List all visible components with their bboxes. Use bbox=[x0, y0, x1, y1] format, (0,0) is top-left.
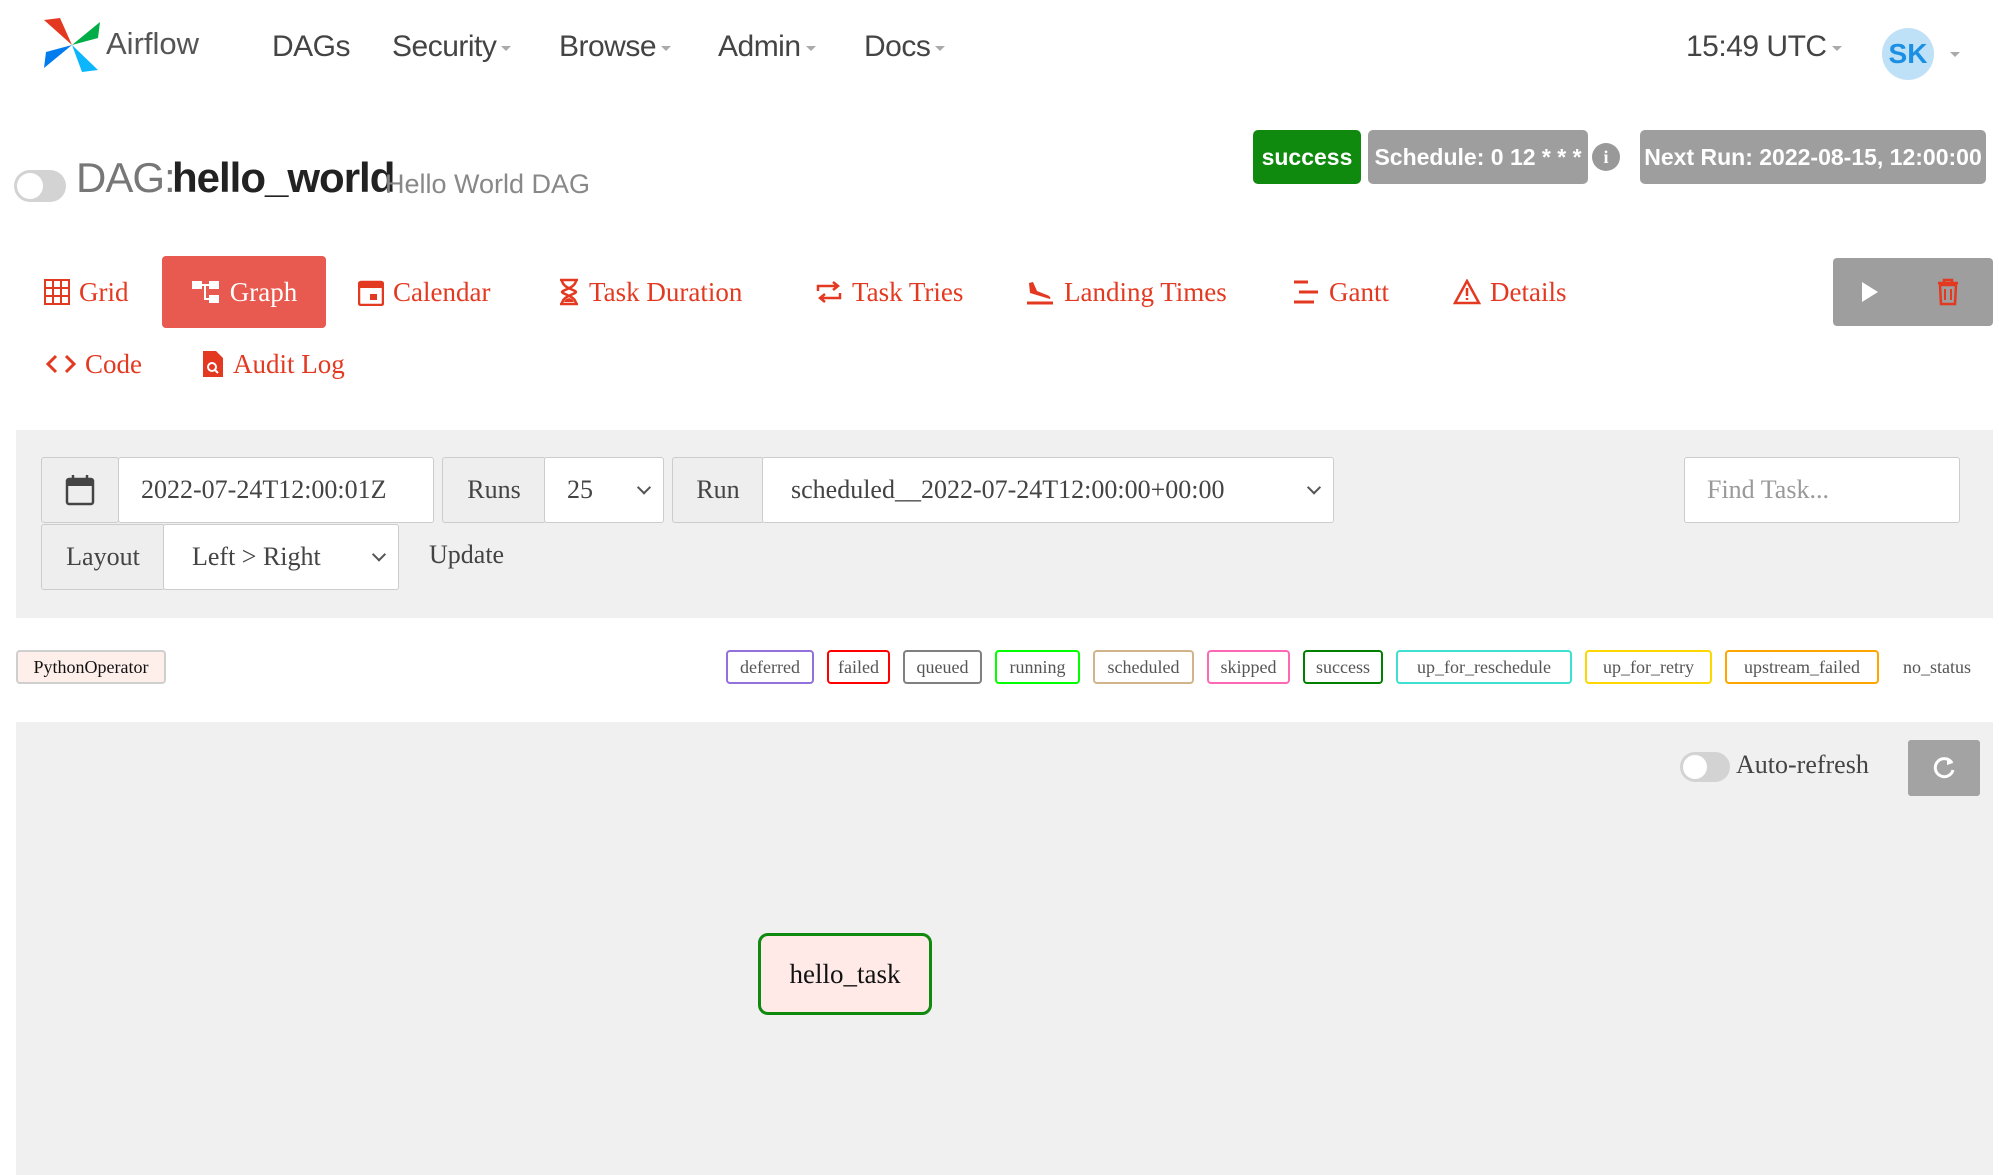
legend-up-for-reschedule[interactable]: up_for_reschedule bbox=[1396, 650, 1572, 684]
dag-pause-toggle[interactable] bbox=[14, 170, 66, 202]
auto-refresh-label: Auto-refresh bbox=[1736, 750, 1869, 779]
legend-queued[interactable]: queued bbox=[903, 650, 982, 684]
dag-id: hello_world bbox=[172, 154, 395, 201]
chevron-down-icon bbox=[1831, 45, 1842, 51]
base-date-value: 2022-07-24T12:00:01Z bbox=[141, 475, 387, 504]
run-value: scheduled__2022-07-24T12:00:00+00:00 bbox=[791, 475, 1225, 504]
dag-actions-group bbox=[1833, 258, 1993, 326]
schedule-badge: Schedule: 0 12 * * * bbox=[1368, 130, 1588, 184]
legend-upstream-failed[interactable]: upstream_failed bbox=[1725, 650, 1879, 684]
tab-label: Code bbox=[85, 348, 142, 379]
legend-running[interactable]: running bbox=[995, 650, 1080, 684]
dag-description: Hello World DAG bbox=[385, 169, 591, 199]
tab-label: Grid bbox=[79, 276, 129, 307]
calendar-button[interactable] bbox=[41, 457, 119, 523]
graph-icon bbox=[191, 281, 219, 303]
tab-grid[interactable]: Grid bbox=[44, 256, 129, 328]
layout-label: Layout bbox=[41, 524, 165, 590]
runs-value: 25 bbox=[567, 475, 593, 504]
operator-legend-python[interactable]: PythonOperator bbox=[16, 650, 166, 684]
tab-code[interactable]: Code bbox=[46, 328, 142, 400]
avatar[interactable]: SK bbox=[1882, 28, 1934, 80]
legend-deferred[interactable]: deferred bbox=[726, 650, 814, 684]
tab-calendar[interactable]: Calendar bbox=[358, 256, 490, 328]
warning-icon bbox=[1453, 279, 1481, 305]
update-button[interactable]: Update bbox=[429, 540, 504, 570]
navbar: Airflow DAGs Security Browse Admin Docs … bbox=[0, 0, 1999, 100]
run-label: Run bbox=[672, 457, 764, 523]
chevron-down-icon bbox=[661, 45, 672, 51]
calendar-icon bbox=[358, 280, 384, 306]
task-node-hello-task[interactable]: hello_task bbox=[758, 933, 932, 1015]
audit-log-icon bbox=[203, 351, 223, 377]
next-run-badge: Next Run: 2022-08-15, 12:00:00 bbox=[1640, 130, 1986, 184]
chevron-down-icon[interactable] bbox=[1950, 52, 1960, 57]
tab-audit-log[interactable]: Audit Log bbox=[202, 328, 345, 400]
graph-canvas[interactable] bbox=[16, 722, 1993, 1175]
nav-browse[interactable]: Browse bbox=[559, 30, 672, 64]
nav-admin[interactable]: Admin bbox=[718, 30, 816, 64]
info-icon[interactable]: i bbox=[1592, 143, 1620, 171]
tab-graph[interactable]: Graph bbox=[162, 256, 326, 328]
tab-label: Calendar bbox=[393, 276, 491, 307]
runs-label-text: Runs bbox=[467, 475, 521, 504]
toggle-knob bbox=[17, 173, 43, 199]
tab-landing-times[interactable]: Landing Times bbox=[1025, 256, 1227, 328]
dag-status-badge[interactable]: success bbox=[1253, 130, 1361, 184]
chevron-down-icon bbox=[636, 480, 652, 495]
legend-failed[interactable]: failed bbox=[827, 650, 890, 684]
brand-name[interactable]: Airflow bbox=[106, 26, 199, 62]
runs-select[interactable]: 25 bbox=[544, 457, 664, 523]
play-icon[interactable] bbox=[1859, 280, 1881, 304]
dag-label: DAG: bbox=[76, 154, 176, 201]
airflow-logo-icon[interactable] bbox=[40, 14, 104, 76]
tab-task-duration[interactable]: Task Duration bbox=[558, 256, 742, 328]
legend-success[interactable]: success bbox=[1303, 650, 1383, 684]
find-task-input[interactable]: Find Task... bbox=[1684, 457, 1960, 523]
toggle-knob bbox=[1683, 755, 1707, 779]
landing-icon bbox=[1027, 282, 1053, 305]
refresh-button[interactable] bbox=[1908, 740, 1980, 796]
chevron-down-icon bbox=[935, 45, 946, 51]
grid-icon bbox=[44, 279, 70, 305]
tab-label: Landing Times bbox=[1064, 276, 1227, 307]
calendar-icon bbox=[65, 475, 95, 506]
tab-label: Graph bbox=[229, 276, 298, 307]
tab-gantt[interactable]: Gantt bbox=[1292, 256, 1389, 328]
nav-security[interactable]: Security bbox=[392, 30, 512, 64]
trash-icon[interactable] bbox=[1936, 278, 1960, 306]
retry-icon bbox=[816, 281, 842, 303]
tab-label: Details bbox=[1490, 276, 1567, 307]
layout-label-text: Layout bbox=[66, 542, 140, 571]
code-icon bbox=[46, 354, 76, 374]
legend-scheduled[interactable]: scheduled bbox=[1093, 650, 1194, 684]
base-date-input[interactable]: 2022-07-24T12:00:01Z bbox=[118, 457, 434, 523]
utc-clock[interactable]: 15:49 UTC bbox=[1686, 30, 1842, 64]
tab-label: Gantt bbox=[1329, 276, 1389, 307]
refresh-icon bbox=[1933, 757, 1955, 779]
tab-label: Task Duration bbox=[589, 276, 743, 307]
legend-no-status[interactable]: no_status bbox=[1892, 650, 1982, 684]
chevron-down-icon bbox=[501, 45, 512, 51]
find-task-placeholder: Find Task... bbox=[1707, 475, 1829, 504]
tab-task-tries[interactable]: Task Tries bbox=[815, 256, 963, 328]
auto-refresh-toggle[interactable] bbox=[1680, 752, 1730, 782]
chevron-down-icon bbox=[805, 45, 816, 51]
tab-label: Audit Log bbox=[233, 348, 345, 379]
gantt-icon bbox=[1294, 280, 1318, 304]
tab-label: Task Tries bbox=[852, 276, 964, 307]
runs-label: Runs bbox=[442, 457, 546, 523]
legend-skipped[interactable]: skipped bbox=[1207, 650, 1290, 684]
layout-select[interactable]: Left > Right bbox=[163, 524, 399, 590]
chevron-down-icon bbox=[1306, 480, 1322, 495]
legend-up-for-retry[interactable]: up_for_retry bbox=[1585, 650, 1712, 684]
chevron-down-icon bbox=[371, 547, 387, 562]
run-select[interactable]: scheduled__2022-07-24T12:00:00+00:00 bbox=[762, 457, 1334, 523]
run-label-text: Run bbox=[696, 475, 740, 504]
nav-docs[interactable]: Docs bbox=[864, 30, 946, 64]
layout-value: Left > Right bbox=[192, 542, 321, 571]
nav-dags[interactable]: DAGs bbox=[272, 30, 351, 64]
hourglass-icon bbox=[560, 278, 578, 306]
tab-details[interactable]: Details bbox=[1453, 256, 1566, 328]
